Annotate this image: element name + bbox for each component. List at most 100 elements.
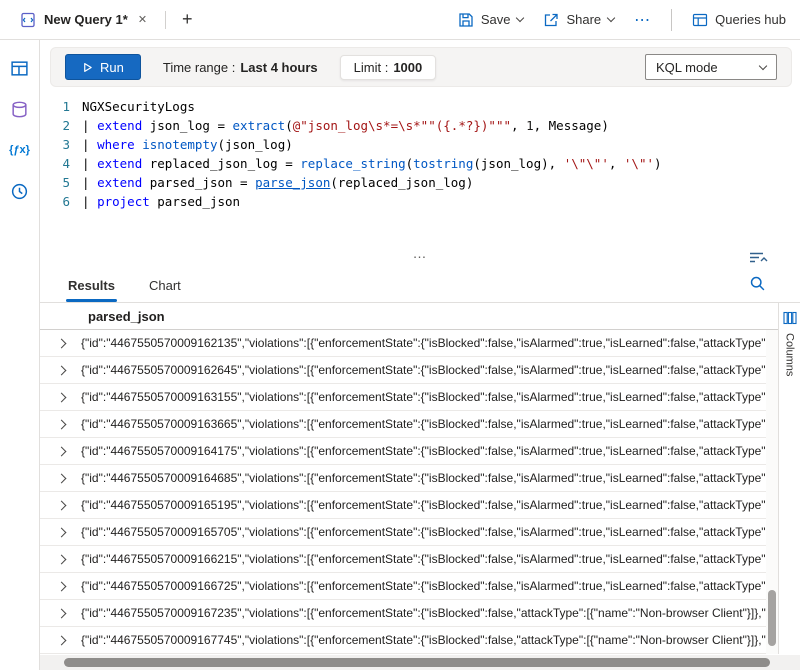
expand-row-chevron-icon[interactable] (57, 392, 67, 402)
share-label: Share (566, 12, 601, 27)
kql-mode-label: KQL mode (656, 60, 718, 75)
table-row[interactable]: {"id":"4467550570009165195","violations"… (40, 492, 778, 519)
table-row[interactable]: {"id":"4467550570009164175","violations"… (40, 438, 778, 465)
columns-side-panel: Columns (778, 303, 800, 654)
results-tabs: Results Chart (40, 270, 800, 303)
search-icon (749, 275, 766, 292)
code-line-text: NGXSecurityLogs (82, 97, 195, 116)
expand-row-chevron-icon[interactable] (57, 500, 67, 510)
close-tab-icon[interactable]: ✕ (138, 13, 147, 26)
queries-hub-label: Queries hub (715, 12, 786, 27)
expand-row-chevron-icon[interactable] (57, 338, 67, 348)
row-json-text: {"id":"4467550570009167235","violations"… (81, 606, 778, 620)
expand-row-chevron-icon[interactable] (57, 554, 67, 564)
toolbar-wrap: Run Time range : Last 4 hours Limit : 10… (40, 40, 800, 90)
editor-line[interactable]: 6| project parsed_json (40, 192, 800, 211)
column-header-parsed-json[interactable]: parsed_json (40, 303, 778, 330)
expand-row-chevron-icon[interactable] (57, 446, 67, 456)
table-row[interactable]: {"id":"4467550570009166725","violations"… (40, 573, 778, 600)
search-results-button[interactable] (749, 275, 766, 302)
functions-icon[interactable]: {ƒx} (8, 138, 32, 162)
expand-row-chevron-icon[interactable] (57, 635, 67, 645)
columns-panel-label[interactable]: Columns (784, 333, 796, 376)
line-number: 2 (40, 116, 70, 135)
kql-editor[interactable]: 1 NGXSecurityLogs 2 | extend json_log = ext… (40, 90, 800, 248)
collapse-results-icon[interactable] (748, 250, 768, 268)
history-icon[interactable] (8, 179, 32, 203)
tab-divider (165, 11, 166, 29)
row-json-text: {"id":"4467550570009167745","violations"… (81, 633, 778, 647)
save-button[interactable]: Save (458, 12, 524, 28)
queries-hub-icon (692, 12, 708, 28)
table-row[interactable]: {"id":"4467550570009162645","violations"… (40, 357, 778, 384)
expand-row-chevron-icon[interactable] (57, 581, 67, 591)
vertical-scrollbar[interactable] (766, 330, 778, 654)
expand-row-chevron-icon[interactable] (57, 419, 67, 429)
results-grid: parsed_json {"id":"4467550570009162135",… (40, 303, 778, 654)
new-tab-button[interactable]: + (174, 9, 201, 30)
table-row[interactable]: {"id":"4467550570009164685","violations"… (40, 465, 778, 492)
expand-row-chevron-icon[interactable] (57, 527, 67, 537)
row-json-text: {"id":"4467550570009162645","violations"… (81, 363, 778, 377)
row-json-text: {"id":"4467550570009163665","violations"… (81, 417, 778, 431)
line-number: 1 (40, 97, 70, 116)
table-row[interactable]: {"id":"4467550570009162135","violations"… (40, 330, 778, 357)
expand-row-chevron-icon[interactable] (57, 365, 67, 375)
query-workspace: Run Time range : Last 4 hours Limit : 10… (40, 40, 800, 670)
share-chevron-down-icon[interactable] (607, 14, 615, 22)
code-line-text: | where isnotempty(json_log) (82, 135, 293, 154)
vertical-scrollbar-thumb[interactable] (768, 590, 776, 646)
topbar-divider (671, 9, 672, 31)
tables-icon[interactable] (8, 56, 32, 80)
code-line-text: | extend parsed_json = parse_json(replac… (82, 173, 473, 192)
save-chevron-down-icon[interactable] (516, 14, 524, 22)
table-row[interactable]: {"id":"4467550570009163665","violations"… (40, 411, 778, 438)
queries-hub-button[interactable]: Queries hub (692, 12, 786, 28)
time-range-picker[interactable]: Time range : Last 4 hours (163, 60, 318, 75)
editor-line[interactable]: 2 | extend json_log = extract(@"json_log\… (40, 116, 800, 135)
time-range-value: Last 4 hours (240, 60, 317, 75)
expand-row-chevron-icon[interactable] (57, 608, 67, 618)
time-range-label: Time range : (163, 60, 236, 75)
tab-chart[interactable]: Chart (147, 278, 183, 302)
save-label: Save (481, 12, 511, 27)
editor-line[interactable]: 5| extend parsed_json = parse_json(repla… (40, 173, 800, 192)
limit-control[interactable]: Limit : 1000 (340, 55, 437, 80)
code-line-text: | extend json_log = extract(@"json_log\s… (82, 116, 609, 135)
run-label: Run (100, 60, 124, 75)
tab-new-query-1[interactable]: New Query 1* ✕ (10, 0, 157, 39)
line-number: 4 (40, 154, 70, 173)
share-button[interactable]: Share (543, 12, 614, 28)
code-line-text: | project parsed_json (82, 192, 240, 211)
limit-value: 1000 (393, 60, 422, 75)
query-file-icon (20, 12, 36, 28)
run-button[interactable]: Run (65, 54, 141, 80)
row-json-text: {"id":"4467550570009162135","violations"… (81, 336, 778, 350)
editor-line[interactable]: 3| where isnotempty(json_log) (40, 135, 800, 154)
editor-line[interactable]: 1 NGXSecurityLogs (40, 97, 800, 116)
expand-row-chevron-icon[interactable] (57, 473, 67, 483)
table-row[interactable]: {"id":"4467550570009167235","violations"… (40, 600, 778, 627)
horizontal-scrollbar-thumb[interactable] (64, 658, 770, 667)
pane-resize-handle[interactable]: … (413, 245, 428, 261)
row-json-text: {"id":"4467550570009165195","violations"… (81, 498, 778, 512)
results-grid-area: parsed_json {"id":"4467550570009162135",… (40, 303, 800, 654)
kql-mode-dropdown[interactable]: KQL mode (645, 54, 777, 80)
table-row[interactable]: {"id":"4467550570009165705","violations"… (40, 519, 778, 546)
editor-line[interactable]: 4 | extend replaced_json_log = replace_st… (40, 154, 800, 173)
horizontal-scrollbar[interactable] (40, 655, 800, 670)
limit-label: Limit : (354, 60, 389, 75)
row-json-text: {"id":"4467550570009163155","violations"… (81, 390, 778, 404)
table-row[interactable]: {"id":"4467550570009166215","violations"… (40, 546, 778, 573)
kql-mode-chevron-down-icon (759, 61, 767, 69)
columns-panel-icon[interactable] (783, 311, 797, 325)
database-icon[interactable] (8, 97, 32, 121)
tab-results[interactable]: Results (66, 278, 117, 302)
table-row[interactable]: {"id":"4467550570009167745","violations"… (40, 627, 778, 654)
table-row[interactable]: {"id":"4467550570009163155","violations"… (40, 384, 778, 411)
editor-lines: 1 NGXSecurityLogs 2 | extend json_log = ext… (40, 97, 800, 211)
code-line-text: | extend replaced_json_log = replace_str… (82, 154, 662, 173)
share-icon (543, 12, 559, 28)
more-actions-button[interactable]: ⋯ (634, 10, 651, 30)
play-icon (82, 62, 93, 73)
